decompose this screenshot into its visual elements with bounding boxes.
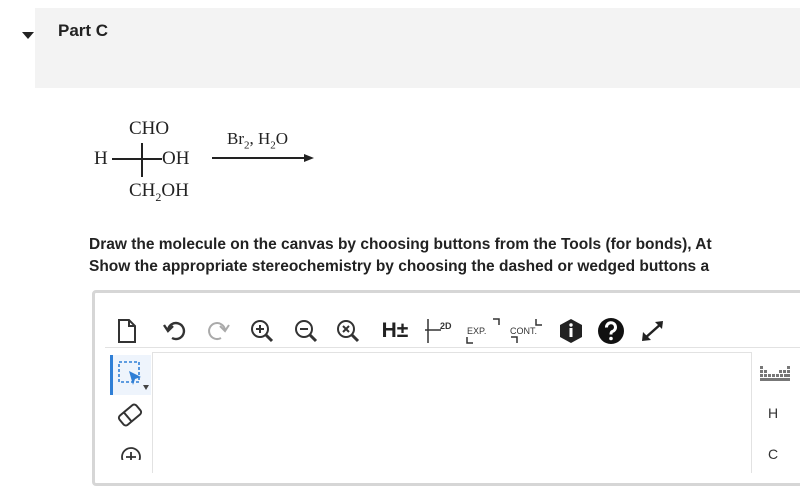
svg-text:2D: 2D bbox=[440, 321, 452, 331]
reaction-reagents: Br2, H2O bbox=[227, 129, 289, 152]
reactant-right-substituent: OH bbox=[162, 148, 190, 169]
collapse-caret-icon[interactable] bbox=[22, 32, 34, 39]
fischer-horizontal-bond bbox=[112, 158, 162, 160]
svg-text:CONT.: CONT. bbox=[510, 326, 537, 336]
clean-2d-button[interactable]: 2D bbox=[424, 316, 458, 346]
instruction-line-2: Show the appropriate stereochemistry by … bbox=[89, 258, 710, 275]
eraser-tool-button[interactable] bbox=[113, 400, 147, 430]
plus-charge-icon bbox=[121, 447, 141, 460]
info-icon[interactable] bbox=[558, 316, 584, 346]
new-document-icon[interactable] bbox=[114, 316, 140, 346]
atom-button-h[interactable]: H bbox=[768, 405, 778, 421]
fullscreen-icon[interactable] bbox=[637, 316, 669, 346]
undo-icon[interactable] bbox=[160, 316, 188, 346]
svg-text:EXP.: EXP. bbox=[467, 326, 486, 336]
reactant-bottom-group: CH2OH bbox=[129, 180, 189, 204]
redo-icon[interactable] bbox=[205, 316, 233, 346]
zoom-out-icon[interactable] bbox=[292, 316, 320, 346]
drawing-canvas[interactable] bbox=[152, 352, 752, 473]
periodic-table-icon[interactable] bbox=[758, 363, 792, 383]
toggle-hydrogens-button[interactable]: H± bbox=[377, 316, 413, 346]
contract-abbreviations-button[interactable]: CONT. bbox=[508, 316, 548, 346]
reaction-arrow bbox=[212, 157, 308, 159]
part-header bbox=[35, 8, 800, 88]
fischer-vertical-bond bbox=[141, 143, 143, 177]
zoom-reset-icon[interactable] bbox=[334, 316, 362, 346]
reaction-arrow-head bbox=[304, 154, 314, 162]
reactant-top-group: CHO bbox=[129, 118, 170, 139]
zoom-in-icon[interactable] bbox=[248, 316, 276, 346]
lasso-select-icon bbox=[118, 361, 149, 390]
select-tool-button[interactable] bbox=[110, 355, 151, 395]
part-title: Part C bbox=[58, 21, 109, 40]
help-icon[interactable] bbox=[597, 316, 625, 346]
expand-abbreviations-button[interactable]: EXP. bbox=[463, 316, 505, 346]
eraser-icon bbox=[117, 403, 143, 427]
instruction-line-1: Draw the molecule on the canvas by choos… bbox=[89, 236, 712, 253]
charge-plus-tool-button[interactable] bbox=[115, 440, 147, 460]
reactant-left-substituent: H bbox=[94, 148, 108, 169]
